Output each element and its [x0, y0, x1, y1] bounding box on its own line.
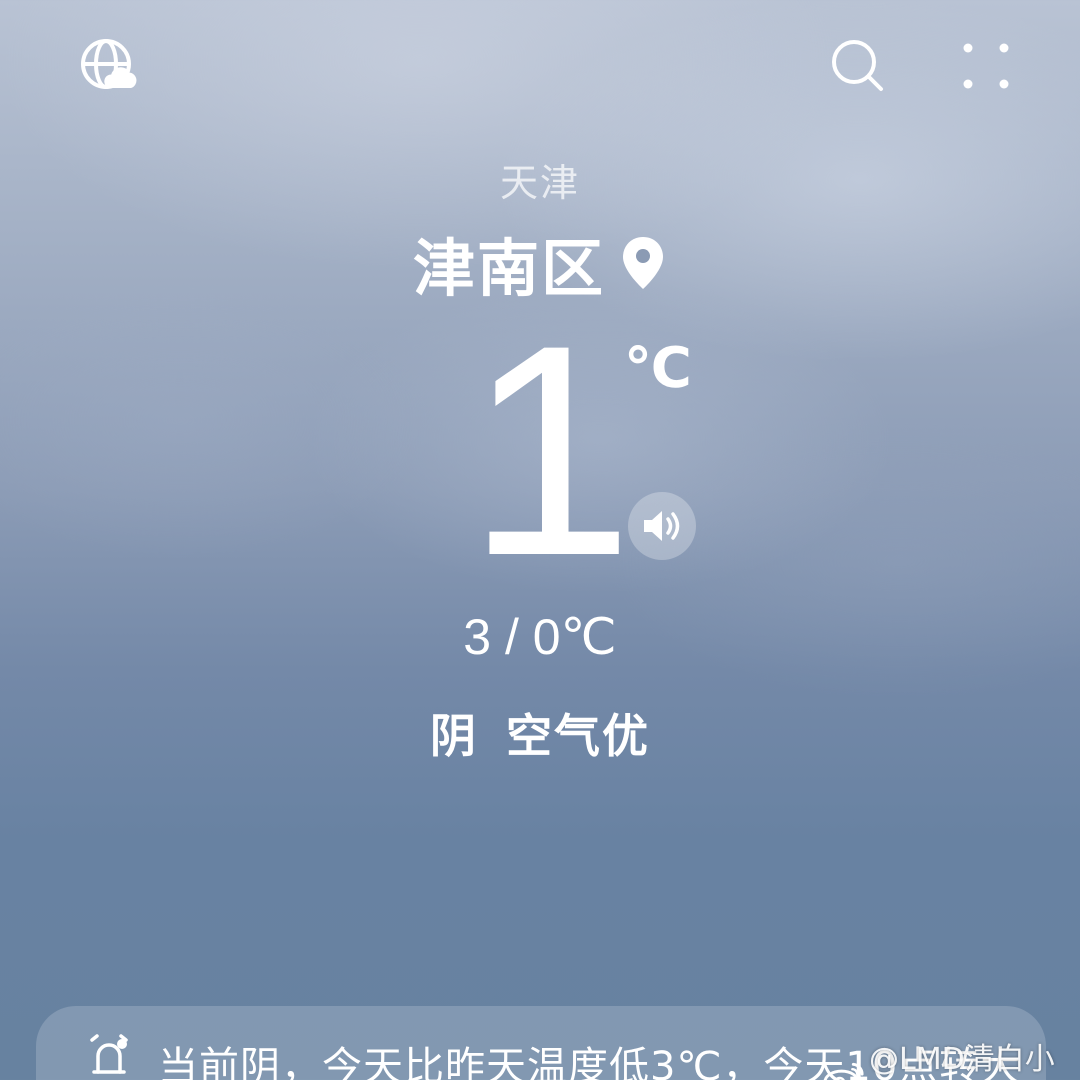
weibo-logo	[823, 1062, 864, 1080]
search-icon[interactable]	[826, 34, 890, 98]
condition-row[interactable]: 阴 空气优	[0, 700, 1080, 766]
city-name: 天津	[499, 161, 580, 205]
speaker-button[interactable]	[628, 492, 696, 560]
temperature-unit: ℃	[624, 336, 692, 401]
weather-condition: 阴	[430, 709, 478, 763]
alarm-bell-icon	[90, 1034, 128, 1074]
globe-weather-icon[interactable]	[76, 34, 140, 98]
air-quality: 空气优	[506, 709, 650, 763]
more-dots-icon[interactable]	[954, 34, 1018, 98]
temperature-range: 3 / 0℃	[463, 609, 617, 665]
speaker-icon	[644, 511, 680, 541]
watermark-text: @LMD清白小生	[869, 1042, 1055, 1077]
watermark: @LMD清白小生	[822, 1034, 1080, 1080]
